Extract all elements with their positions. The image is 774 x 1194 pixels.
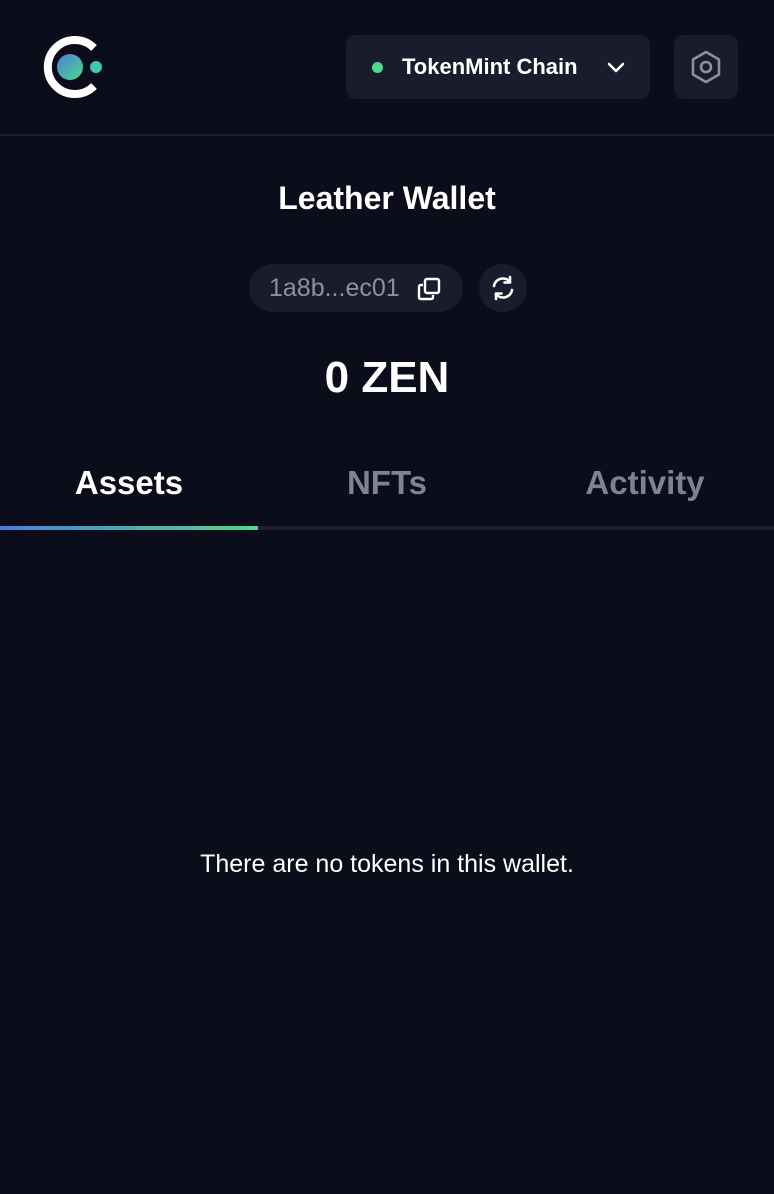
refresh-icon bbox=[492, 275, 514, 301]
settings-hexagon-icon bbox=[691, 50, 721, 84]
tab-activity[interactable]: Activity bbox=[516, 440, 774, 526]
wallet-balance: 0 ZEN bbox=[324, 353, 450, 402]
copy-address-button[interactable]: 1a8b...ec01 bbox=[249, 264, 463, 312]
tab-nfts[interactable]: NFTs bbox=[258, 440, 516, 526]
wallet-address: 1a8b...ec01 bbox=[269, 274, 400, 302]
network-selector[interactable]: TokenMint Chain bbox=[346, 35, 650, 99]
refresh-button[interactable] bbox=[479, 264, 527, 312]
app-logo-icon bbox=[36, 34, 106, 100]
app-header: TokenMint Chain bbox=[0, 0, 774, 136]
tab-assets[interactable]: Assets bbox=[0, 440, 258, 526]
network-status-dot bbox=[372, 62, 383, 73]
copy-icon bbox=[417, 277, 441, 306]
empty-assets-message: There are no tokens in this wallet. bbox=[200, 850, 574, 878]
settings-button[interactable] bbox=[674, 35, 738, 99]
wallet-name: Leather Wallet bbox=[278, 180, 496, 216]
chevron-down-icon bbox=[604, 55, 628, 79]
wallet-tabs: Assets NFTs Activity bbox=[0, 440, 774, 530]
network-label: TokenMint Chain bbox=[402, 54, 578, 79]
active-tab-indicator bbox=[0, 526, 258, 530]
